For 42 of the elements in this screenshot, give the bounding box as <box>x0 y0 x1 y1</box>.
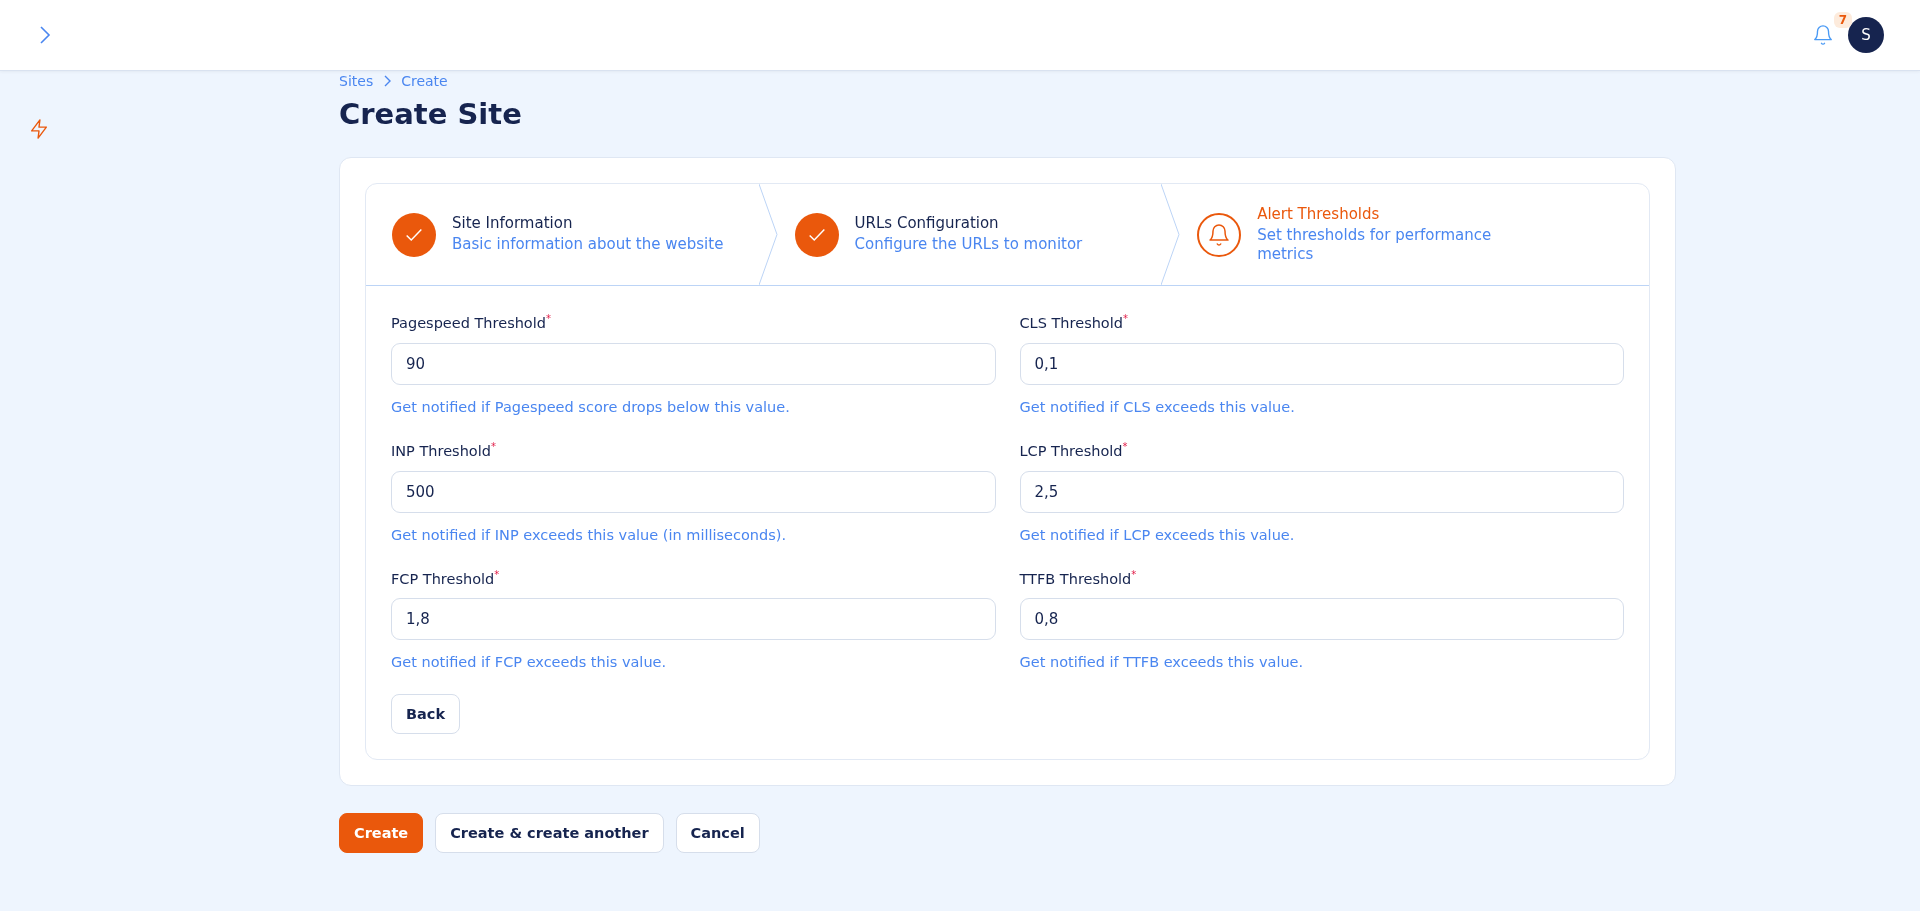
bell-icon <box>1207 222 1232 247</box>
field-hint: Get notified if Pagespeed score drops below this value. <box>391 398 791 415</box>
chevron-right-icon[interactable] <box>38 25 52 45</box>
threshold-input[interactable]: 2,5 <box>1019 470 1624 513</box>
required-asterisk: * <box>494 568 500 580</box>
action-button[interactable]: Create & create another <box>435 813 664 854</box>
required-asterisk: * <box>1123 313 1128 324</box>
action-button[interactable]: Cancel <box>675 813 760 854</box>
step-description: Set thresholds for performance metrics <box>1257 225 1493 265</box>
threshold-input[interactable]: 500 <box>391 470 996 513</box>
required-asterisk: * <box>1131 568 1137 580</box>
threshold-input[interactable]: 90 <box>391 342 996 385</box>
field-hint: Get notified if CLS exceeds this value. <box>1019 398 1296 415</box>
field-hint: Get notified if FCP exceeds this value. <box>391 654 668 671</box>
lightning-icon[interactable] <box>28 117 50 141</box>
field-label: CLS Threshold$^{*}$ <box>1019 313 1129 331</box>
user-avatar[interactable]: S <box>1848 17 1884 53</box>
threshold-input[interactable]: 0,8 <box>1019 598 1624 641</box>
back-button[interactable]: Back <box>391 694 461 735</box>
required-asterisk: * <box>1122 440 1128 452</box>
page-title: Create Site <box>339 97 523 131</box>
step-description: Configure the URLs to monitor <box>854 235 1083 255</box>
step-title: URLs Configuration <box>854 214 1000 233</box>
notification-bell-icon <box>1812 24 1834 46</box>
chevron-right-icon <box>383 75 392 87</box>
step-description: Basic information about the website <box>452 235 724 255</box>
field-hint: Get notified if TTFB exceeds this value. <box>1019 654 1305 671</box>
required-asterisk: * <box>490 440 496 452</box>
field-hint: Get notified if INP exceeds this value (in milliseconds). <box>391 526 788 543</box>
step-title: Site Information <box>452 214 574 233</box>
required-asterisk: * <box>546 313 551 324</box>
field-label: Pagespeed Threshold$^{*}$ <box>391 313 552 331</box>
step-title: Alert Thresholds <box>1257 204 1381 223</box>
field-hint: Get notified if LCP exceeds this value. <box>1019 526 1296 543</box>
field-label: INP Threshold$^{*}$ <box>391 440 497 459</box>
field-label: FCP Threshold$^{*}$ <box>391 568 501 587</box>
threshold-input[interactable]: 1,8 <box>391 598 996 641</box>
create-button[interactable]: Create <box>339 813 424 854</box>
field-label: LCP Threshold$^{*}$ <box>1019 440 1129 459</box>
notification-count: 7 <box>1833 12 1852 28</box>
field-label: TTFB Threshold$^{*}$ <box>1019 568 1138 587</box>
threshold-input[interactable]: 0,1 <box>1019 342 1624 385</box>
